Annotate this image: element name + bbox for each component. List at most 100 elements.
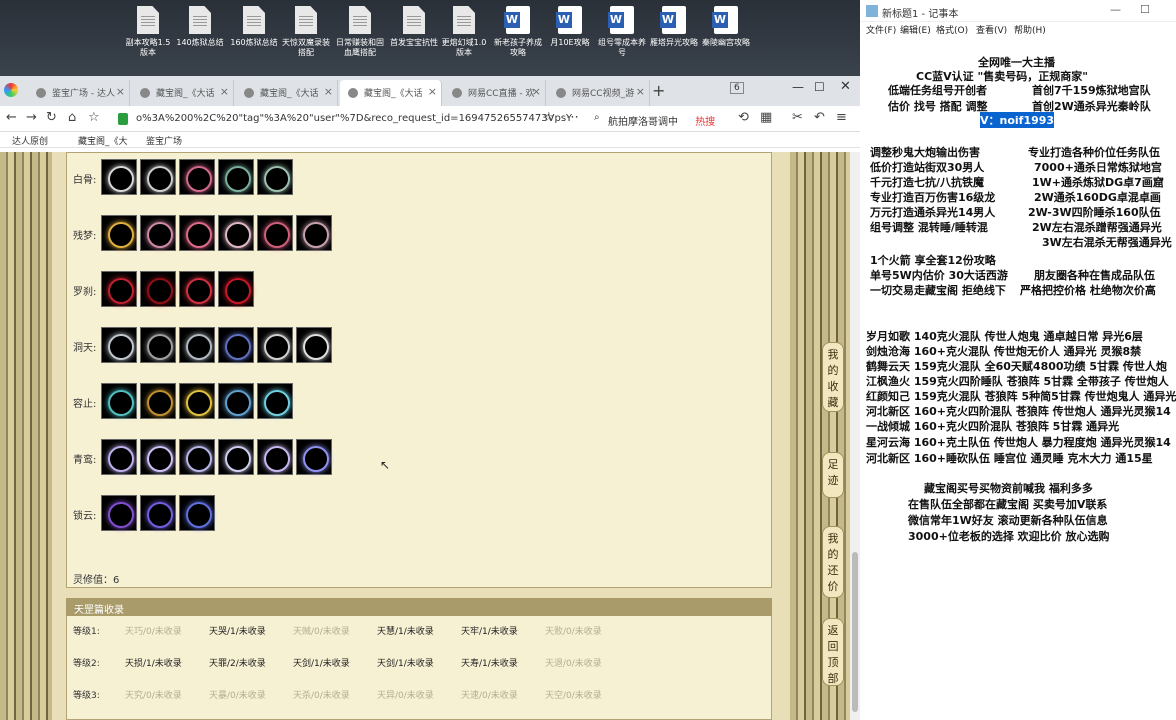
bookmark-item[interactable]: 藏宝阁_《大 — [78, 134, 128, 147]
browser-tab[interactable]: 藏宝阁_《大话 × — [132, 80, 234, 106]
menu-item[interactable]: 帮助(H) — [1014, 23, 1046, 36]
desktop-icon[interactable]: 日常赚装和固血鹰搭配 — [334, 6, 386, 72]
back-icon[interactable]: ← — [6, 110, 17, 125]
item-slot[interactable] — [140, 383, 176, 419]
grid-icon[interactable]: ▦ — [760, 110, 772, 125]
notepad-text-area[interactable]: 全网唯一大主播 CC蓝V认证 "售卖号码，正规商家" 低端任务组号开创者 首创7千15… — [860, 46, 1176, 720]
desktop-icon[interactable]: 160炼狱总结 — [228, 6, 280, 72]
item-slot[interactable] — [179, 327, 215, 363]
search-box[interactable]: ⌕ 航拍摩洛哥调中 热搜 — [590, 109, 730, 129]
item-slot[interactable] — [140, 495, 176, 531]
collection-entry[interactable]: 天杀/0/未收录 — [293, 688, 350, 701]
item-slot[interactable] — [218, 383, 254, 419]
browser-tab[interactable]: 藏宝阁_《大话 × — [340, 80, 442, 106]
item-slot[interactable] — [179, 439, 215, 475]
tab-close-icon[interactable]: × — [324, 85, 333, 98]
item-slot[interactable] — [179, 495, 215, 531]
desktop-icon[interactable]: W 新老孩子养成攻略 — [492, 6, 544, 72]
desktop-icon[interactable]: 首发宝宝抗性 — [388, 6, 440, 72]
menu-item[interactable]: 文件(F) — [866, 23, 896, 36]
item-slot[interactable] — [140, 439, 176, 475]
item-slot[interactable] — [296, 327, 332, 363]
bookmark-item[interactable]: 达人原创 — [12, 134, 48, 147]
desktop-icon[interactable]: W 雁塔异光攻略 — [648, 6, 700, 72]
desktop-icon[interactable]: 天惊双魔录装搭配 — [280, 6, 332, 72]
reload-icon[interactable]: ↻ — [46, 110, 57, 125]
desktop-icon[interactable]: W 秦陵幽宫攻略 — [700, 6, 752, 72]
menu-item[interactable]: 查看(V) — [976, 23, 1007, 36]
tab-count-badge[interactable]: 6 — [730, 82, 744, 94]
collection-entry[interactable]: 天罪/2/未收录 — [209, 656, 266, 669]
tab-close-icon[interactable]: × — [428, 85, 437, 98]
item-slot[interactable] — [218, 271, 254, 307]
item-slot[interactable] — [140, 271, 176, 307]
minimize-button[interactable]: — — [792, 80, 804, 94]
desktop-icon[interactable]: W 月10E攻略 — [544, 6, 596, 72]
tab-close-icon[interactable]: × — [636, 85, 645, 98]
collection-entry[interactable]: 天慧/1/未收录 — [377, 624, 434, 637]
maximize-button[interactable]: ☐ — [814, 80, 825, 94]
item-slot[interactable] — [140, 159, 176, 195]
item-slot[interactable] — [101, 271, 137, 307]
float-nav-button[interactable]: 足迹 — [822, 452, 844, 498]
item-slot[interactable] — [140, 215, 176, 251]
item-slot[interactable] — [179, 271, 215, 307]
item-slot[interactable] — [257, 159, 293, 195]
collection-entry[interactable]: 天剑/1/未收录 — [377, 656, 434, 669]
collection-entry[interactable]: 天退/0/未收录 — [545, 656, 602, 669]
collection-entry[interactable]: 天究/0/未收录 — [125, 688, 182, 701]
tab-close-icon[interactable]: × — [116, 85, 125, 98]
collection-entry[interactable]: 天速/0/未收录 — [461, 688, 518, 701]
more-icon[interactable]: ⋯ — [566, 110, 579, 125]
item-slot[interactable] — [179, 159, 215, 195]
collection-entry[interactable]: 天贼/0/未收录 — [293, 624, 350, 637]
float-nav-button[interactable]: 返回顶部 — [822, 618, 844, 686]
item-slot[interactable] — [140, 327, 176, 363]
desktop-icon[interactable]: 副本攻略1.5版本 — [122, 6, 174, 72]
collection-entry[interactable]: 天剑/1/未收录 — [293, 656, 350, 669]
browser-tab[interactable]: 网易CC视频_游 × — [548, 80, 650, 106]
page-scrollbar[interactable] — [850, 152, 860, 720]
menu-item[interactable]: 编辑(E) — [900, 23, 931, 36]
browser-tab[interactable]: 藏宝阁_《大话 × — [236, 80, 338, 106]
bookmark-star-icon[interactable]: ☆ — [543, 110, 555, 125]
item-slot[interactable] — [101, 327, 137, 363]
item-slot[interactable] — [257, 215, 293, 251]
item-slot[interactable] — [218, 439, 254, 475]
item-slot[interactable] — [257, 327, 293, 363]
tab-close-icon[interactable]: × — [220, 85, 229, 98]
favorite-star-icon[interactable]: ☆ — [88, 110, 100, 125]
forward-icon[interactable]: → — [26, 110, 37, 125]
collection-entry[interactable]: 天暴/0/未收录 — [209, 688, 266, 701]
menu-icon[interactable]: ≡ — [836, 110, 847, 125]
collection-entry[interactable]: 天哭/1/未收录 — [209, 624, 266, 637]
item-slot[interactable] — [101, 495, 137, 531]
scissors-icon[interactable]: ✂ — [792, 110, 803, 125]
item-slot[interactable] — [101, 159, 137, 195]
float-nav-button[interactable]: 我的收藏 — [822, 342, 844, 412]
menu-item[interactable]: 格式(O) — [936, 23, 968, 36]
item-slot[interactable] — [218, 159, 254, 195]
item-slot[interactable] — [179, 215, 215, 251]
collection-entry[interactable]: 天异/0/未收录 — [377, 688, 434, 701]
notepad-maximize-button[interactable]: ☐ — [1140, 3, 1150, 16]
sync-icon[interactable]: ⟲ — [738, 110, 749, 125]
browser-tab[interactable]: 鉴宝广场 - 达人 × — [28, 80, 130, 106]
float-nav-button[interactable]: 我的还价 — [822, 526, 844, 598]
collection-entry[interactable]: 天巧/0/未收录 — [125, 624, 182, 637]
item-slot[interactable] — [218, 215, 254, 251]
collection-entry[interactable]: 天牢/1/未收录 — [461, 624, 518, 637]
scrollbar-thumb[interactable] — [852, 552, 858, 712]
tab-close-icon[interactable]: × — [532, 85, 541, 98]
item-slot[interactable] — [296, 215, 332, 251]
browser-logo-icon[interactable] — [4, 83, 18, 97]
collection-entry[interactable]: 天败/0/未收录 — [545, 624, 602, 637]
desktop-icon[interactable]: 更熔幻域1.0版本 — [438, 6, 490, 72]
notepad-minimize-button[interactable]: — — [1110, 3, 1121, 16]
undo-icon[interactable]: ↶ — [814, 110, 825, 125]
item-slot[interactable] — [179, 383, 215, 419]
collection-entry[interactable]: 天损/1/未收录 — [125, 656, 182, 669]
item-slot[interactable] — [101, 215, 137, 251]
item-slot[interactable] — [218, 327, 254, 363]
address-bar[interactable]: o%3A%200%2C%20"tag"%3A%20"user"%7D&reco_… — [112, 109, 582, 129]
